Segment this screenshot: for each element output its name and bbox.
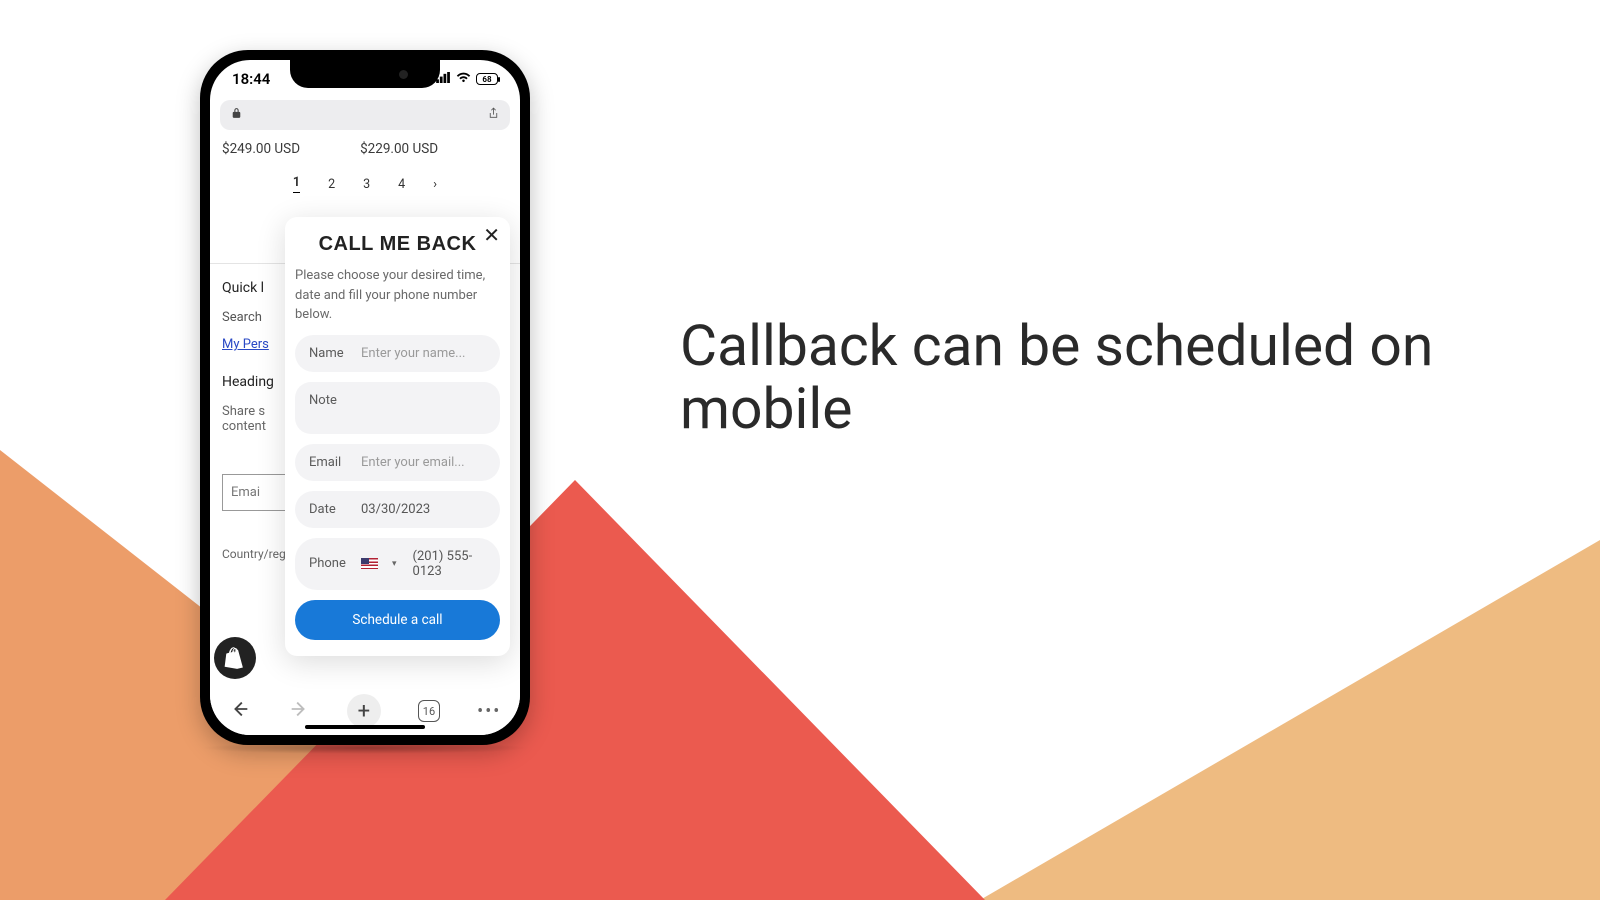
close-icon[interactable]: ✕: [483, 223, 500, 247]
price-left: $249.00 USD: [222, 141, 300, 157]
callback-popup: ✕ CALL ME BACK Please choose your desire…: [285, 217, 510, 656]
slide-headline: Callback can be scheduled on mobile: [680, 315, 1480, 440]
share-icon[interactable]: [487, 107, 500, 123]
date-input[interactable]: 03/30/2023: [361, 502, 486, 517]
nav-forward-icon: [288, 698, 310, 725]
name-label: Name: [309, 346, 349, 361]
product-prices: $249.00 USD $229.00 USD: [220, 135, 510, 175]
battery-icon: 68: [476, 73, 498, 85]
page-3[interactable]: 3: [363, 177, 370, 192]
email-input[interactable]: Enter your email...: [361, 455, 486, 470]
battery-pct: 68: [482, 75, 491, 84]
wifi-icon: [456, 72, 471, 86]
name-field[interactable]: Name Enter your name...: [295, 335, 500, 372]
page-2[interactable]: 2: [328, 177, 335, 192]
email-label: Email: [309, 455, 349, 470]
popup-title: CALL ME BACK: [295, 233, 500, 256]
phone-frame: 18:44 68 $249.00 USD $229.00: [200, 50, 530, 745]
page-1[interactable]: 1: [293, 175, 300, 193]
shopify-badge-icon[interactable]: [214, 637, 256, 679]
popup-description: Please choose your desired time, date an…: [295, 266, 500, 325]
status-indicators: 68: [436, 72, 498, 86]
note-label: Note: [309, 393, 349, 408]
status-time: 18:44: [232, 70, 270, 88]
email-field[interactable]: Email Enter your email...: [295, 444, 500, 481]
phone-input[interactable]: (201) 555-0123: [413, 549, 486, 579]
phone-screen: 18:44 68 $249.00 USD $229.00: [210, 60, 520, 735]
flag-dropdown-icon[interactable]: ▾: [392, 559, 397, 569]
page-4[interactable]: 4: [398, 177, 405, 192]
home-indicator: [305, 725, 425, 729]
nav-newtab-button[interactable]: +: [347, 694, 381, 728]
phone-field[interactable]: Phone ▾ (201) 555-0123: [295, 538, 500, 590]
name-input[interactable]: Enter your name...: [361, 346, 486, 361]
nav-back-icon[interactable]: [229, 698, 251, 725]
flag-us-icon[interactable]: [361, 558, 378, 569]
note-field[interactable]: Note: [295, 382, 500, 434]
browser-url-bar[interactable]: [220, 100, 510, 130]
schedule-call-button[interactable]: Schedule a call: [295, 600, 500, 640]
date-label: Date: [309, 502, 349, 517]
phone-notch: [290, 60, 440, 88]
date-field[interactable]: Date 03/30/2023: [295, 491, 500, 528]
phone-label: Phone: [309, 556, 349, 571]
nav-more-icon[interactable]: •••: [477, 701, 501, 722]
bg-triangle-right: [980, 540, 1600, 900]
nav-tabs-button[interactable]: 16: [418, 700, 440, 722]
page-next-icon[interactable]: ›: [433, 177, 437, 192]
price-right: $229.00 USD: [360, 141, 438, 157]
lock-icon: [230, 107, 243, 123]
